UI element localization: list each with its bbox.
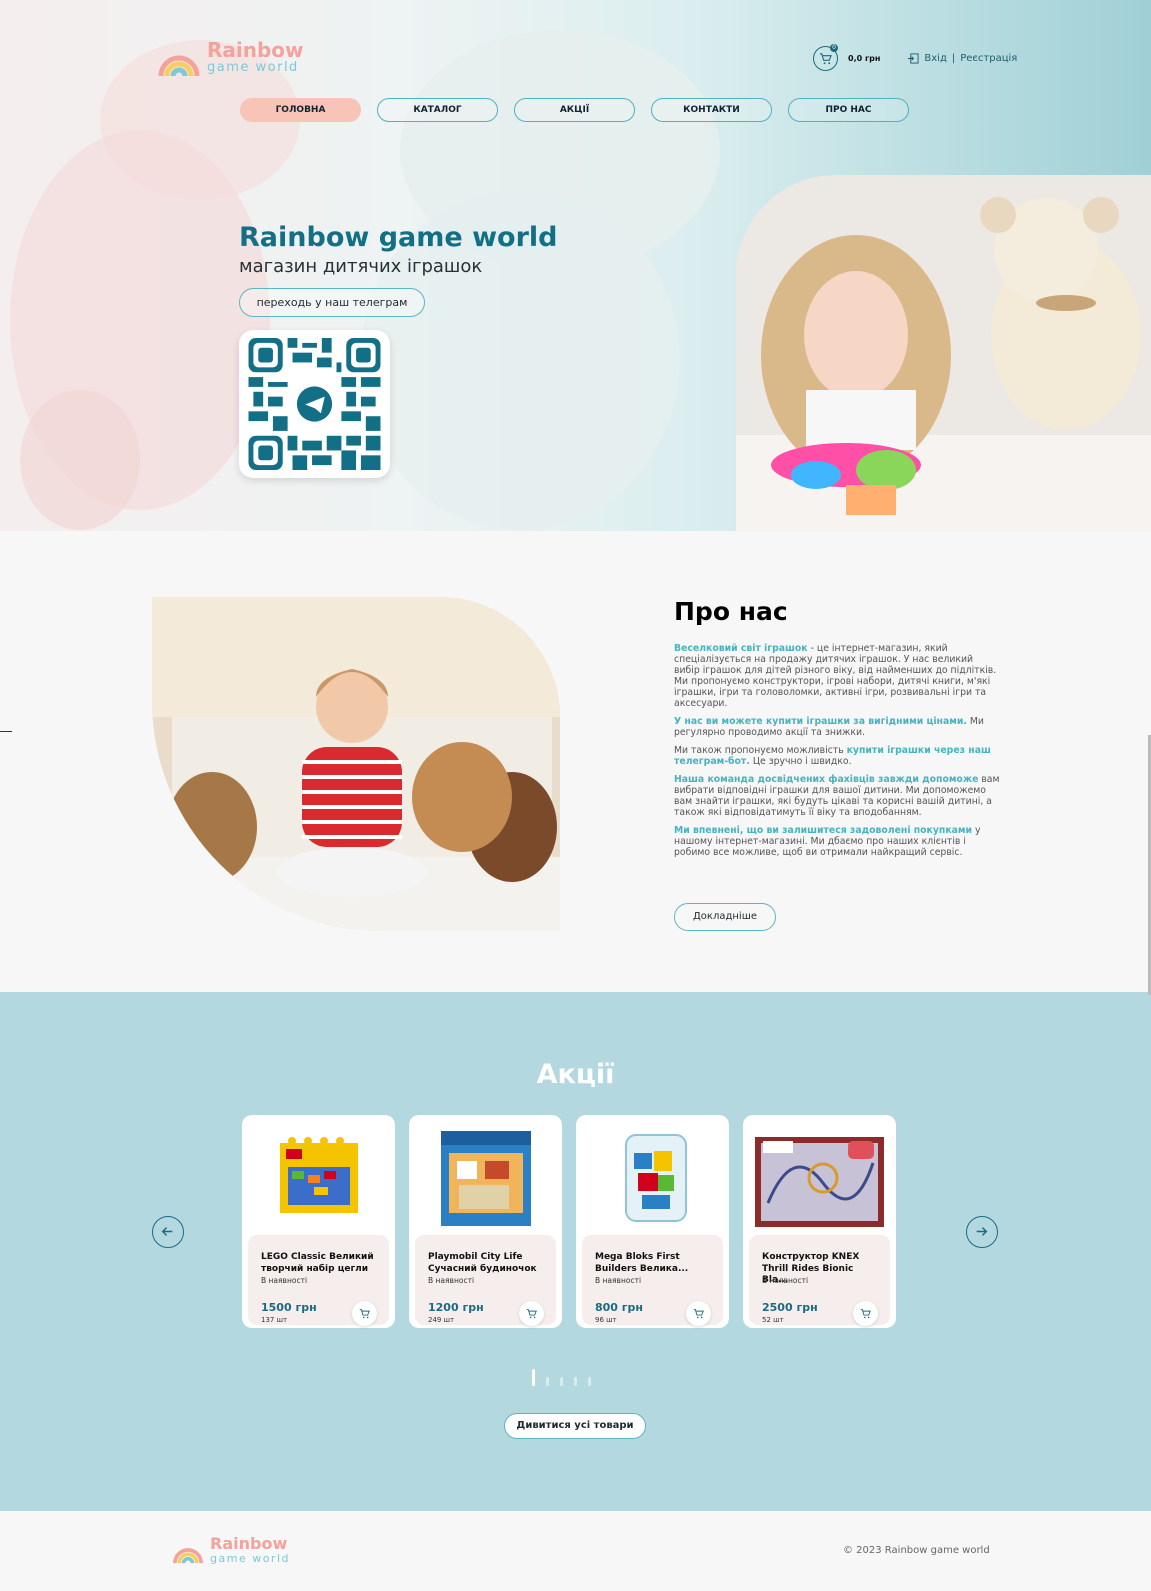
product-quantity: 52 шт [762,1316,784,1324]
playmobil-house-image [441,1131,531,1226]
add-to-cart-button[interactable] [853,1301,878,1326]
product-quantity: 249 шт [428,1316,455,1324]
hero-subtitle: магазин дитячих іграшок [239,256,483,277]
about-title: Про нас [674,597,788,626]
product-availability: В наявності [428,1276,475,1285]
hero-girl-photo [736,175,1151,531]
logo-title: Rainbow [210,1533,288,1553]
product-info: LEGO Classic Великий творчий набір цегли… [248,1235,389,1326]
about-section: Про нас Веселковий світ іграшок - це інт… [0,531,1151,992]
product-quantity: 96 шт [595,1316,617,1324]
knex-thrill-rides-image [755,1137,884,1227]
product-card[interactable]: Mega Bloks First Builders Велика... В на… [576,1115,729,1328]
login-icon [908,53,919,64]
cart-icon [860,1309,871,1319]
carousel-dot[interactable] [532,1369,535,1386]
about-paragraph-5: Ми впевнені, що ви залишитеся задоволені… [674,825,1000,858]
product-card[interactable]: Конструктор KNEX Thrill Rides Bionic Bla… [743,1115,896,1328]
product-info: Playmobil City Life Сучасний будиночок В… [415,1235,556,1326]
auth-links: Вхід | Реєстрація [908,53,1017,64]
carousel-pagination [532,1369,591,1386]
arrow-right-icon [976,1227,988,1236]
qr-code-icon [248,338,381,470]
product-card[interactable]: Playmobil City Life Сучасний будиночок В… [409,1115,562,1328]
product-quantity: 137 шт [261,1316,288,1324]
product-price: 1200 грн [428,1301,484,1314]
product-availability: В наявності [595,1276,642,1285]
copyright-text: © 2023 Rainbow game world [843,1545,990,1556]
nav-contacts[interactable]: КОНТАКТИ [651,98,772,122]
hero-title: Rainbow game world [239,222,558,253]
rainbow-logo-icon [158,55,200,77]
arrow-left-icon [161,1227,173,1236]
about-text: Веселковий світ іграшок - це інтернет-ма… [674,643,1000,865]
nav-about[interactable]: ПРО НАС [788,98,909,122]
promotions-section: Акції LEGO Classic Великий творчий набір… [0,992,1151,1511]
logo-subtitle: game world [210,1551,290,1565]
hero-section: Rainbow game world 0 0,0 грн Вхід | Реєс… [0,0,1151,531]
logo-title: Rainbow [207,38,304,62]
add-to-cart-button[interactable] [519,1301,544,1326]
carousel-dot[interactable] [574,1377,577,1386]
cart-icon [819,53,832,65]
product-price: 1500 грн [261,1301,317,1314]
product-availability: В наявності [762,1276,809,1285]
about-paragraph-3: Ми також пропонуємо можливість купити іг… [674,745,1000,767]
auth-separator: | [951,53,956,64]
carousel-dot[interactable] [560,1377,563,1386]
product-name[interactable]: Mega Bloks First Builders Велика... [595,1252,715,1275]
main-nav: ГОЛОВНА КАТАЛОГ АКЦІЇ КОНТАКТИ ПРО НАС [240,98,909,122]
telegram-button[interactable]: переходь у наш телеграм [239,288,425,317]
cart-icon [359,1309,370,1319]
about-highlight-4: Наша команда досвідчених фахівців завжди… [674,774,979,785]
about-text-3-pre: Ми також пропонуємо можливість [674,745,847,756]
lego-classic-image [280,1137,358,1213]
nav-catalog[interactable]: КАТАЛОГ [377,98,498,122]
carousel-prev-button[interactable] [152,1216,184,1248]
about-boy-photo [152,597,560,931]
side-divider [0,731,12,732]
about-paragraph-1: Веселковий світ іграшок - це інтернет-ма… [674,643,1000,709]
nav-home[interactable]: ГОЛОВНА [240,98,361,122]
footer-logo[interactable]: Rainbow game world [172,1535,290,1565]
product-info: Mega Bloks First Builders Велика... В на… [582,1235,723,1326]
header-actions: 0 0,0 грн Вхід | Реєстрація [813,44,1017,71]
carousel-dot[interactable] [546,1377,549,1386]
product-name[interactable]: Playmobil City Life Сучасний будиночок [428,1252,548,1275]
about-paragraph-2: У нас ви можете купити іграшки за вигідн… [674,716,1000,738]
about-text-3: Це зручно і швидко. [749,756,852,767]
cart-button[interactable]: 0 [813,44,838,71]
about-highlight-2: У нас ви можете купити іграшки за вигідн… [674,716,967,727]
add-to-cart-button[interactable] [686,1301,711,1326]
cart-total: 0,0 грн [848,54,881,63]
carousel-dot[interactable] [588,1377,591,1386]
promotions-title: Акції [536,1059,615,1090]
logo-subtitle: game world [207,60,299,75]
rainbow-logo-icon [173,1548,203,1564]
product-card[interactable]: LEGO Classic Великий творчий набір цегли… [242,1115,395,1328]
cart-count-badge: 0 [830,44,838,52]
cart-icon [526,1309,537,1319]
about-highlight-1: Веселковий світ іграшок [674,643,808,654]
telegram-qr-code[interactable] [239,330,390,478]
cart-icon [693,1309,704,1319]
carousel-next-button[interactable] [966,1216,998,1248]
about-highlight-5: Ми впевнені, що ви залишитеся задоволені… [674,825,973,836]
product-availability: В наявності [261,1276,308,1285]
login-link[interactable]: Вхід [924,53,946,64]
product-price: 2500 грн [762,1301,818,1314]
product-info: Конструктор KNEX Thrill Rides Bionic Bla… [749,1235,890,1326]
product-name[interactable]: LEGO Classic Великий творчий набір цегли [261,1252,381,1275]
more-button[interactable]: Докладніше [674,903,776,931]
view-all-products-button[interactable]: Дивитися усі товари [504,1413,646,1439]
about-paragraph-4: Наша команда досвідчених фахівців завжди… [674,774,1000,818]
nav-promotions[interactable]: АКЦІЇ [514,98,635,122]
product-price: 800 грн [595,1301,644,1314]
mega-bloks-image [625,1134,687,1222]
add-to-cart-button[interactable] [352,1301,377,1326]
footer: Rainbow game world © 2023 Rainbow game w… [0,1511,1151,1591]
register-link[interactable]: Реєстрація [960,53,1017,64]
site-logo[interactable]: Rainbow game world [157,38,304,78]
